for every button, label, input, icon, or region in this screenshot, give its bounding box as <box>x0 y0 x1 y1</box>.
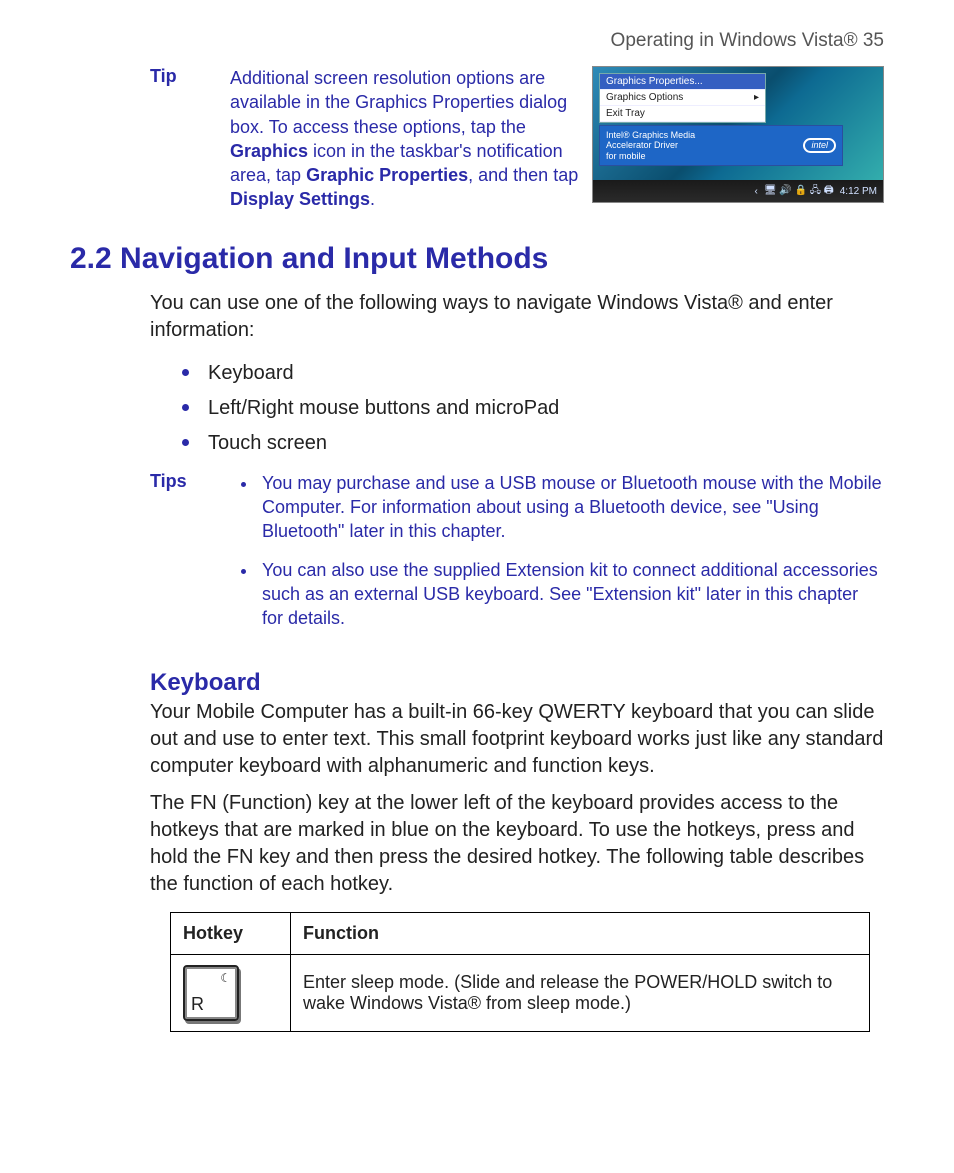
list-item: Touch screen <box>202 424 884 459</box>
intel-logo-icon: intel <box>803 138 836 152</box>
tip-text: . <box>370 189 375 209</box>
keycap-main: R <box>191 994 204 1015</box>
menu-item-exit-tray[interactable]: Exit Tray <box>600 106 765 122</box>
list-item: Keyboard <box>202 354 884 389</box>
tip-block: Tip Additional screen resolution options… <box>150 66 884 212</box>
tip-text: Additional screen resolution options are… <box>230 68 567 137</box>
hotkey-cell: ☾ R <box>171 954 291 1031</box>
tips-label: Tips <box>150 471 230 645</box>
function-cell: Enter sleep mode. (Slide and release the… <box>291 954 870 1031</box>
keyboard-p1: Your Mobile Computer has a built-in 66-k… <box>150 699 884 780</box>
tips-item: You may purchase and use a USB mouse or … <box>258 471 884 544</box>
intel-line1: Intel® Graphics Media <box>606 130 695 140</box>
keycap-sub-moon-icon: ☾ <box>220 971 231 985</box>
list-item: Left/Right mouse buttons and microPad <box>202 389 884 424</box>
tray-caret-icon[interactable]: ‹ <box>755 186 758 197</box>
keyboard-p2: The FN (Function) key at the lower left … <box>150 790 884 898</box>
tip-body: Additional screen resolution options are… <box>230 66 592 212</box>
tip-bold-graphic-properties: Graphic Properties <box>306 165 468 185</box>
tip-bold-display-settings: Display Settings <box>230 189 370 209</box>
keyboard-heading: Keyboard <box>150 669 884 697</box>
intel-line3: for mobile <box>606 151 695 161</box>
table-header-row: Hotkey Function <box>171 912 870 954</box>
menu-item-label: Graphics Options <box>606 92 683 103</box>
intel-tooltip: Intel® Graphics Media Accelerator Driver… <box>599 125 843 166</box>
col-function: Function <box>291 912 870 954</box>
nav-methods-list: Keyboard Left/Right mouse buttons and mi… <box>150 354 884 459</box>
section-heading: 2.2 Navigation and Input Methods <box>70 242 884 276</box>
taskbar: ‹ 🖥 🔊 🔒 🖧 🖨 4:12 PM <box>593 180 883 202</box>
menu-item-graphics-options[interactable]: Graphics Options ▸ <box>600 90 765 106</box>
col-hotkey: Hotkey <box>171 912 291 954</box>
intel-line2: Accelerator Driver <box>606 140 695 150</box>
submenu-arrow-icon: ▸ <box>754 92 759 103</box>
tray-clock: 4:12 PM <box>840 186 877 197</box>
hotkey-table: Hotkey Function ☾ R Enter sleep mode. (S… <box>170 912 870 1032</box>
section-intro: You can use one of the following ways to… <box>150 290 884 344</box>
tip-label: Tip <box>150 66 230 87</box>
tip-bold-graphics: Graphics <box>230 141 308 161</box>
tips-block: Tips You may purchase and use a USB mous… <box>150 471 884 645</box>
context-menu: Graphics Properties... Graphics Options … <box>599 73 766 123</box>
tray-icons[interactable]: 🖥 🔊 🔒 🖧 🖨 <box>764 183 834 200</box>
keycap-r-icon: ☾ R <box>183 965 239 1021</box>
tips-list: You may purchase and use a USB mouse or … <box>230 471 884 645</box>
running-head: Operating in Windows Vista® 35 <box>70 30 884 52</box>
tips-item: You can also use the supplied Extension … <box>258 558 884 631</box>
tip-text: , and then tap <box>468 165 578 185</box>
menu-item-graphics-properties[interactable]: Graphics Properties... <box>600 74 765 90</box>
table-row: ☾ R Enter sleep mode. (Slide and release… <box>171 954 870 1031</box>
screenshot-vista-tray: Graphics Properties... Graphics Options … <box>592 66 884 203</box>
